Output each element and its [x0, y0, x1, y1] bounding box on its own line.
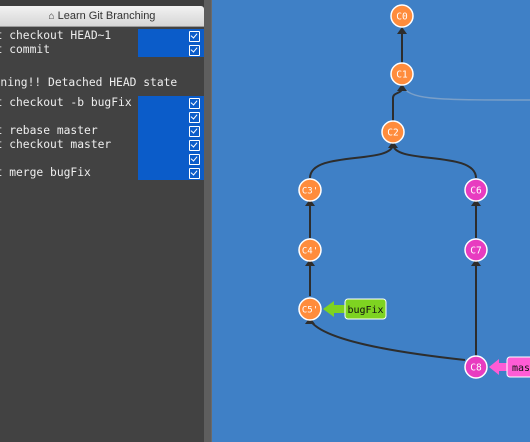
command-panel: ⌂ Learn Git Branching git checkout HEAD~… [0, 0, 205, 442]
command-text: git checkout HEAD~1 [0, 29, 112, 42]
command-row[interactable]: git checkout HEAD~1 [0, 29, 204, 43]
checkbox-icon [189, 45, 200, 56]
command-row[interactable]: git rebase master [0, 124, 204, 138]
command-text: git checkout -b bugFix [0, 96, 132, 109]
commit-C5p[interactable]: C5' [298, 297, 322, 321]
commit-graph-view: C0 C1 C2 C3' C4' C5' C6 C7 C8 bugFix mas [211, 0, 530, 442]
commit-C1[interactable]: C1 [390, 62, 414, 86]
edge-C3p-C2 [309, 143, 394, 179]
commit-C6[interactable]: C6 [464, 178, 488, 202]
commit-label: C4' [302, 247, 318, 257]
checkbox-icon [189, 154, 200, 165]
edge-C8-C5p [309, 319, 466, 361]
branch-tag-master[interactable]: master [489, 356, 530, 378]
warning-message: Warning!! Detached HEAD state [0, 74, 204, 92]
commit-C0[interactable]: C0 [390, 4, 414, 28]
edge-offscreen [403, 87, 530, 101]
commit-C2[interactable]: C2 [381, 120, 405, 144]
panel-header[interactable]: ⌂ Learn Git Branching [0, 6, 204, 27]
command-text: git checkout master [0, 138, 112, 151]
commit-label: C6 [470, 186, 482, 197]
checkbox-icon [189, 112, 200, 123]
commit-label: C7 [470, 246, 481, 257]
edge-C2-C1 [392, 87, 403, 122]
branch-tag-bugFix[interactable]: bugFix [323, 298, 387, 320]
checkbox-icon [189, 98, 200, 109]
command-row[interactable] [0, 110, 204, 124]
checkbox-icon [189, 140, 200, 151]
command-text: git merge bugFix [0, 166, 91, 179]
commit-label: C1 [396, 70, 408, 81]
checkbox-icon [189, 126, 200, 137]
commit-C4p[interactable]: C4' [298, 238, 322, 262]
commit-graph: C0 C1 C2 C3' C4' C5' C6 C7 C8 bugFix mas [298, 4, 530, 379]
commit-label: C3' [302, 187, 318, 197]
checkbox-icon [189, 31, 200, 42]
commit-label: C0 [396, 12, 408, 23]
panel-resize-handle[interactable] [204, 0, 211, 442]
commit-label: C2 [387, 128, 398, 139]
arrow-icon [397, 27, 407, 34]
command-text: git commit [0, 43, 51, 56]
commit-label: C5' [302, 306, 318, 316]
commit-label: C8 [470, 363, 482, 374]
command-history: git checkout HEAD~1 git commit Warning!!… [0, 27, 204, 442]
panel-title: Learn Git Branching [57, 10, 156, 22]
command-row[interactable]: git commit [0, 43, 204, 57]
command-row[interactable]: git checkout master [0, 138, 204, 152]
edge-C6-C2 [392, 143, 477, 179]
branch-label: bugFix [347, 305, 383, 316]
commit-C7[interactable]: C7 [464, 238, 488, 262]
warning-text: Warning!! Detached HEAD state [0, 76, 178, 89]
command-row[interactable]: git checkout -b bugFix [0, 96, 204, 110]
command-text: git rebase master [0, 124, 98, 137]
home-icon: ⌂ [48, 10, 55, 22]
checkbox-icon [189, 168, 200, 179]
branch-label: master [512, 363, 530, 374]
commit-C3p[interactable]: C3' [298, 178, 322, 202]
command-row[interactable]: git merge bugFix [0, 166, 204, 180]
command-row[interactable] [0, 152, 204, 166]
commit-C8[interactable]: C8 [464, 355, 488, 379]
